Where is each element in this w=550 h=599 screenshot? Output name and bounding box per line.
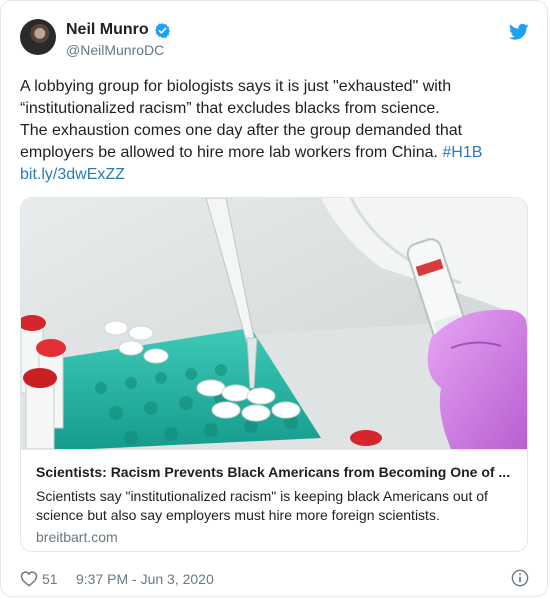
card-title[interactable]: Scientists: Racism Prevents Black Americ… bbox=[36, 464, 516, 480]
author-name[interactable]: Neil Munro bbox=[66, 21, 149, 39]
tweet-text-line: employers be allowed to hire more lab wo… bbox=[20, 144, 438, 161]
card-domain[interactable]: breitbart.com bbox=[36, 529, 118, 545]
avatar[interactable] bbox=[20, 19, 56, 55]
verified-badge-icon bbox=[154, 22, 170, 38]
tweet-footer: 51 9:37 PM - Jun 3, 2020 bbox=[20, 568, 529, 590]
card-image[interactable] bbox=[21, 198, 527, 449]
tweet-text-line: The exhaustion comes one day after the g… bbox=[20, 122, 463, 139]
tweet-text-line: A lobbying group for biologists says it … bbox=[20, 78, 452, 95]
tweet-text: A lobbying group for biologists says it … bbox=[20, 76, 525, 186]
tweet-header: Neil Munro @NeilMunroDC bbox=[20, 19, 529, 63]
card-description[interactable]: Scientists say "institutionalized racism… bbox=[36, 487, 516, 525]
tweet-text-line: “institutionalized racism” that excludes… bbox=[20, 100, 440, 117]
hashtag-link[interactable]: #H1B bbox=[442, 144, 482, 161]
tweet-timestamp[interactable]: 9:37 PM - Jun 3, 2020 bbox=[76, 571, 214, 587]
twitter-bird-icon[interactable] bbox=[509, 23, 529, 41]
info-icon[interactable] bbox=[511, 569, 529, 587]
tweet-embed: Neil Munro @NeilMunroDC A lobbying group… bbox=[0, 0, 548, 597]
tweet-text-line-with-hashtag: employers be allowed to hire more lab wo… bbox=[20, 142, 525, 164]
like-count[interactable]: 51 bbox=[42, 571, 58, 587]
short-link[interactable]: bit.ly/3dwExZZ bbox=[20, 164, 525, 186]
author-handle[interactable]: @NeilMunroDC bbox=[66, 42, 164, 58]
author-name-row[interactable]: Neil Munro bbox=[66, 21, 171, 39]
card-body[interactable]: Scientists: Racism Prevents Black Americ… bbox=[21, 449, 527, 551]
heart-icon[interactable] bbox=[20, 570, 38, 587]
link-preview-card[interactable]: Scientists: Racism Prevents Black Americ… bbox=[20, 197, 528, 552]
